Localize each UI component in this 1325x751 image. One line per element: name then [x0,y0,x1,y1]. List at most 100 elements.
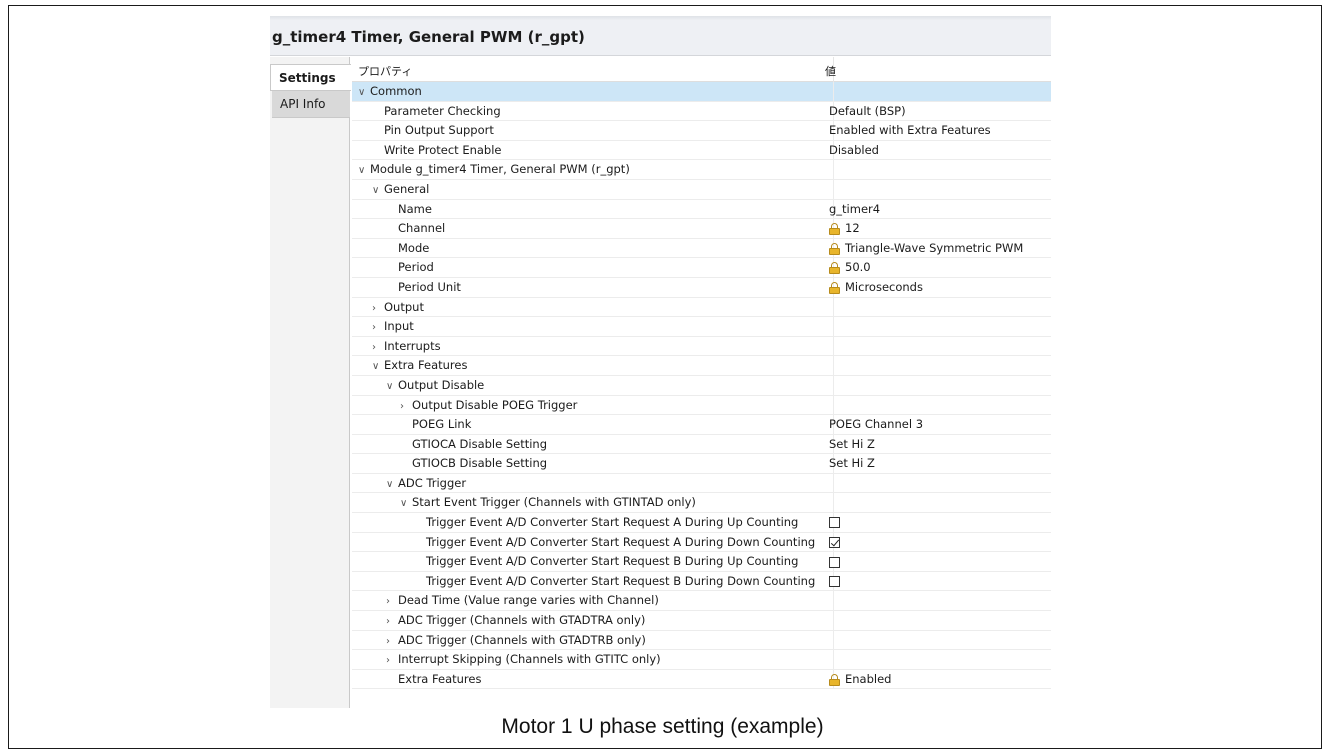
column-divider [833,630,834,650]
property-value[interactable]: 50.0 [829,258,871,278]
tab-api-info[interactable]: API Info [272,91,350,118]
property-label: Output Disable POEG Trigger [412,397,578,412]
property-value[interactable]: Enabled [829,670,891,690]
column-divider [833,179,834,199]
chevron-right-icon[interactable]: › [400,397,412,417]
property-value[interactable]: 12 [829,219,860,239]
chevron-down-icon[interactable]: ∨ [358,161,370,181]
property-name: Write Protect Enable [384,141,502,161]
property-value[interactable] [829,572,840,592]
property-value[interactable]: Set Hi Z [829,454,875,474]
property-row[interactable]: › Dead Time (Value range varies with Chan… [352,591,1051,612]
property-label: Extra Features [398,671,482,686]
property-label: Period [398,260,434,275]
property-name: ∨ Start Event Trigger (Channels with GTIN… [400,493,696,514]
checkbox[interactable] [829,536,840,548]
property-row[interactable]: › Output [352,297,1051,319]
property-row[interactable]: › ADC Trigger (Channels with GTADTRA only… [352,611,1051,631]
property-label: General [384,181,430,196]
property-row[interactable]: ∨ Start Event Trigger (Channels with GTIN… [352,493,1051,514]
property-name: Mode [398,239,429,259]
property-row[interactable]: Pin Output Support Enabled with Extra Fea… [352,121,1051,141]
chevron-right-icon[interactable]: › [386,592,398,612]
column-divider [833,336,834,356]
chevron-right-icon[interactable]: › [386,651,398,671]
property-row[interactable]: › Output Disable POEG Trigger [352,395,1051,417]
property-name: POEG Link [412,415,471,435]
chevron-right-icon[interactable]: › [372,299,384,319]
property-name: ∨ Common [358,82,422,103]
chevron-down-icon[interactable]: ∨ [372,181,384,201]
column-divider [833,297,834,317]
property-row[interactable]: › Interrupt Skipping (Channels with GTITC… [352,650,1051,670]
property-value-text: Triangle-Wave Symmetric PWM [845,240,1024,255]
property-row[interactable]: GTIOCA Disable Setting Set Hi Z [352,434,1051,455]
chevron-down-icon[interactable]: ∨ [372,357,384,377]
property-row[interactable]: ∨ Common [352,82,1051,102]
chevron-right-icon[interactable]: › [372,338,384,358]
property-row[interactable]: Trigger Event A/D Converter Start Reques… [352,552,1051,572]
chevron-right-icon[interactable]: › [386,632,398,652]
property-value[interactable] [829,533,840,553]
property-value-text: POEG Channel 3 [829,417,924,432]
property-row[interactable]: Channel 12 [352,219,1051,239]
column-header-property[interactable]: プロパティ [358,63,412,79]
property-row[interactable]: Write Protect Enable Disabled [352,140,1051,161]
property-row[interactable]: › Input [352,317,1051,337]
chevron-right-icon[interactable]: › [372,318,384,338]
property-row[interactable]: ∨ ADC Trigger [352,473,1051,495]
property-row[interactable]: POEG Link POEG Channel 3 [352,415,1051,435]
property-row[interactable]: ∨ Module g_timer4 Timer, General PWM (r_g… [352,160,1051,180]
property-label: Dead Time (Value range varies with Chann… [398,593,659,608]
property-row[interactable]: Name g_timer4 [352,199,1051,220]
property-row[interactable]: Trigger Event A/D Converter Start Reques… [352,571,1051,592]
property-row[interactable]: Extra Features Enabled [352,669,1051,690]
checkbox[interactable] [829,576,840,588]
property-label: Write Protect Enable [384,142,502,157]
property-row[interactable]: Period 50.0 [352,258,1051,278]
property-value[interactable]: g_timer4 [829,200,880,220]
property-label: Start Event Trigger (Channels with GTINT… [412,495,696,510]
property-value[interactable] [829,513,840,533]
property-row[interactable]: ∨ Extra Features [352,356,1051,376]
property-value[interactable]: Microseconds [829,278,923,298]
property-label: Output Disable [398,377,485,392]
property-value[interactable]: POEG Channel 3 [829,415,923,435]
property-value[interactable]: Enabled with Extra Features [829,121,991,141]
tab-settings[interactable]: Settings [270,64,351,91]
property-row[interactable]: › ADC Trigger (Channels with GTADTRB only… [352,630,1051,652]
property-value[interactable]: Set Hi Z [829,435,875,455]
property-row[interactable]: GTIOCB Disable Setting Set Hi Z [352,454,1051,474]
chevron-down-icon[interactable]: ∨ [358,83,370,103]
property-row[interactable]: Trigger Event A/D Converter Start Reques… [352,532,1051,553]
checkbox[interactable] [829,556,840,568]
property-name: GTIOCA Disable Setting [412,435,547,455]
property-value[interactable]: Triangle-Wave Symmetric PWM [829,239,1023,259]
property-value[interactable]: Disabled [829,141,879,161]
property-row[interactable]: Trigger Event A/D Converter Start Reques… [352,513,1051,533]
property-value-text: Set Hi Z [829,436,875,451]
property-name: › ADC Trigger (Channels with GTADTRB only… [386,631,646,652]
chevron-down-icon[interactable]: ∨ [400,494,412,514]
property-label: Trigger Event A/D Converter Start Reques… [426,554,799,569]
property-row[interactable]: › Interrupts [352,336,1051,358]
tab-strip [270,16,1051,20]
property-value[interactable] [829,552,840,572]
property-label: Trigger Event A/D Converter Start Reques… [426,573,816,588]
checkbox[interactable] [829,517,840,529]
property-value-text: 12 [845,221,860,236]
property-value-text: Enabled with Extra Features [829,123,991,138]
property-row[interactable]: Period Unit Microseconds [352,277,1051,298]
property-value[interactable]: Default (BSP) [829,102,906,122]
chevron-down-icon[interactable]: ∨ [386,475,398,495]
property-value-text: g_timer4 [829,201,881,216]
property-row[interactable]: ∨ General [352,179,1051,201]
chevron-down-icon[interactable]: ∨ [386,377,398,397]
property-row[interactable]: ∨ Output Disable [352,375,1051,397]
property-row[interactable]: Mode Triangle-Wave Symmetric PWM [352,238,1051,259]
chevron-right-icon[interactable]: › [386,612,398,632]
property-label: Pin Output Support [384,123,494,138]
property-name: Period Unit [398,278,461,298]
column-header-value[interactable]: 値 [825,63,836,79]
property-row[interactable]: Parameter Checking Default (BSP) [352,101,1051,122]
